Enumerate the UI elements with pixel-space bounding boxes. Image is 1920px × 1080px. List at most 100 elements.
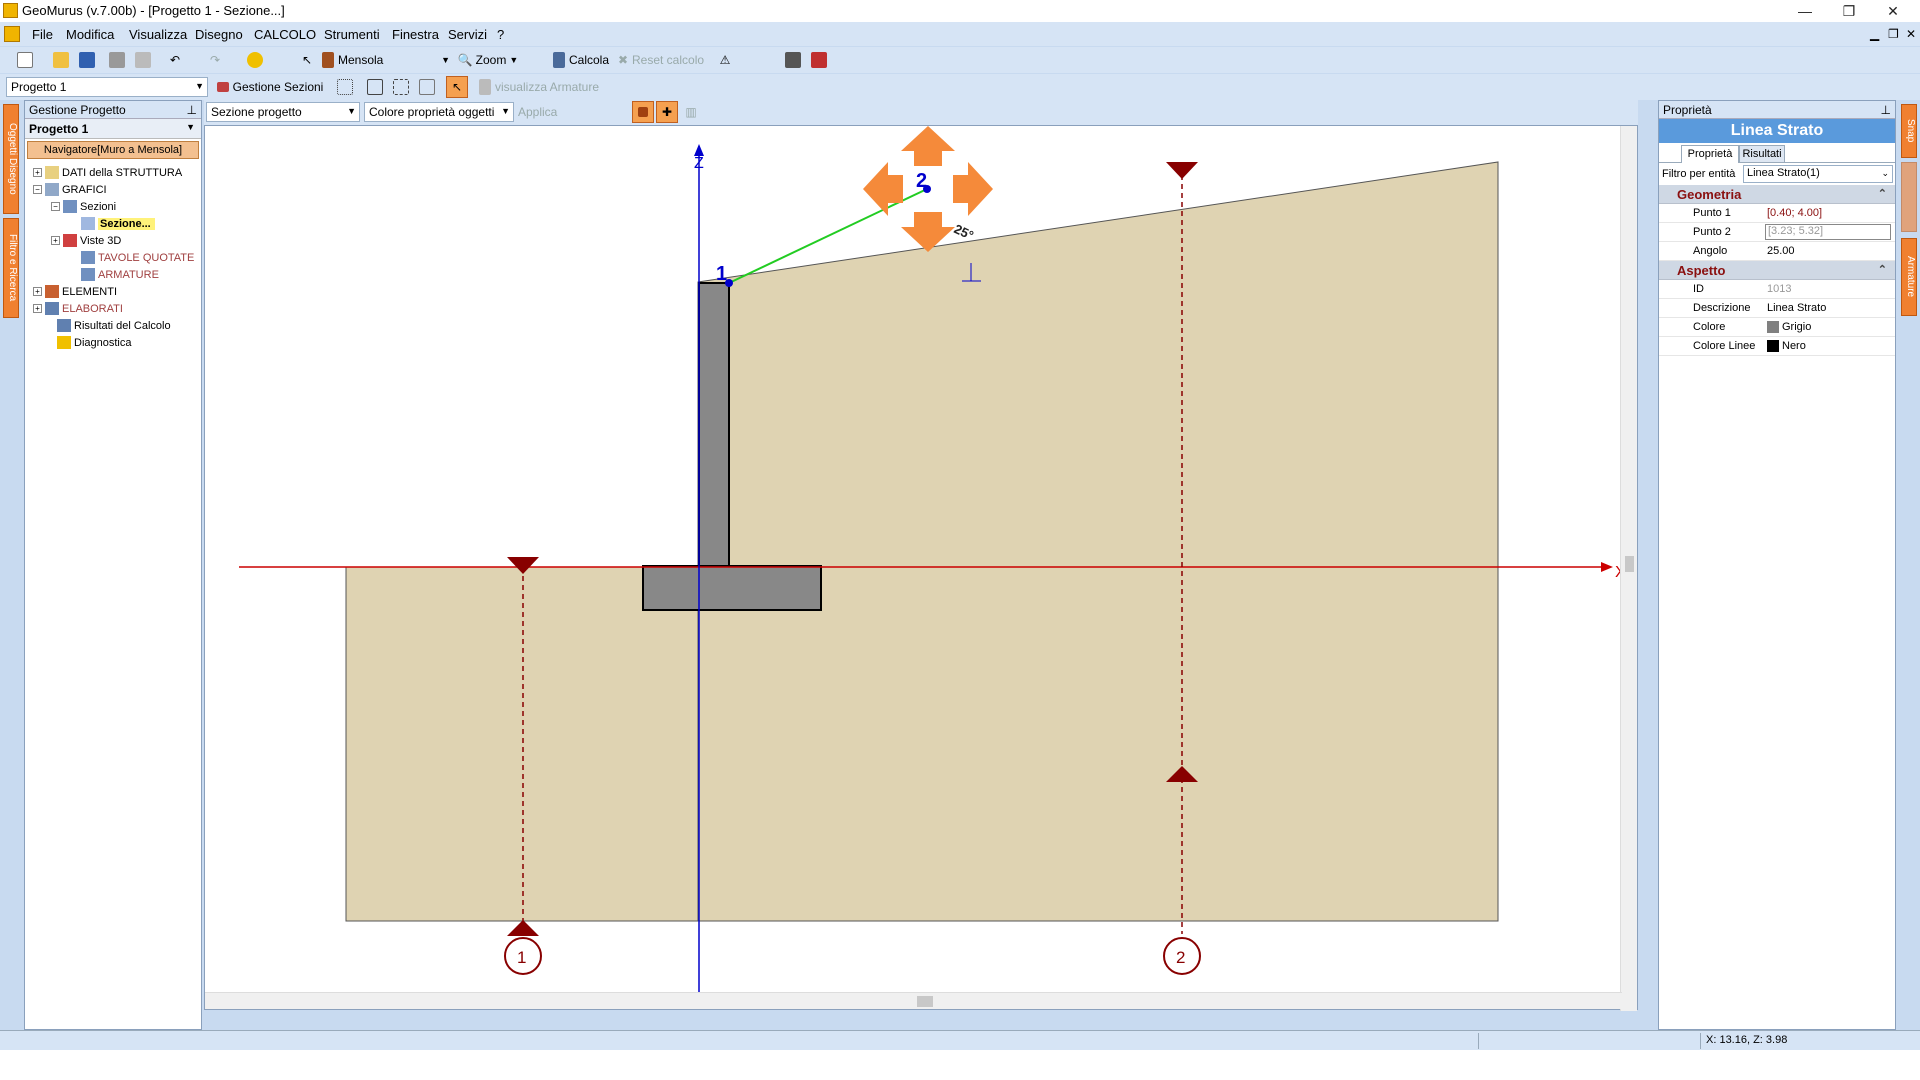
print-preview-icon[interactable] xyxy=(132,49,154,71)
property-row[interactable]: Descrizione Linea Strato xyxy=(1659,299,1895,318)
property-value[interactable]: 1013 xyxy=(1767,283,1791,295)
property-row[interactable]: Colore Linee Nero xyxy=(1659,337,1895,356)
entity-filter-select[interactable]: Linea Strato(1) ⌄ xyxy=(1743,165,1893,183)
filter-tab[interactable]: Filtro e Ricerca xyxy=(3,218,19,318)
print-icon[interactable] xyxy=(106,49,128,71)
report-icon[interactable] xyxy=(808,49,830,71)
wall-type-dropdown[interactable]: Mensola ▼ xyxy=(322,49,450,71)
tree-item[interactable]: + DATI della STRUTTURA xyxy=(33,165,182,180)
apply-button[interactable]: Applica xyxy=(518,101,628,123)
tree-item[interactable]: + Viste 3D xyxy=(51,233,121,248)
snap-tab[interactable]: Snap xyxy=(1901,104,1917,158)
tree-item[interactable]: TAVOLE QUOTATE xyxy=(69,250,194,265)
tree-item[interactable]: Risultati del Calcolo xyxy=(45,318,171,333)
horizontal-scrollbar[interactable] xyxy=(205,992,1622,1009)
wall-stem[interactable] xyxy=(698,282,730,569)
property-row[interactable]: Angolo 25.00 xyxy=(1659,242,1895,261)
wall-footing[interactable] xyxy=(642,565,822,611)
expand-icon[interactable]: + xyxy=(33,287,42,296)
grid-icon[interactable] xyxy=(334,76,356,98)
tree-item[interactable]: Sezione... xyxy=(69,216,155,231)
property-value[interactable]: Nero xyxy=(1767,340,1806,353)
expand-icon[interactable]: + xyxy=(33,304,42,313)
undo-icon[interactable]: ↶ xyxy=(164,49,186,71)
tree-item[interactable]: ARMATURE xyxy=(69,267,159,282)
property-value[interactable]: [3.23; 5.32] xyxy=(1765,224,1891,240)
maximize-button[interactable]: ❐ xyxy=(1826,0,1872,22)
save-icon[interactable] xyxy=(76,49,98,71)
drawing-svg[interactable]: X Z 1 2 1 2 25° xyxy=(205,126,1639,1011)
draw-mode-icon[interactable] xyxy=(632,101,654,123)
redo-icon[interactable]: ↷ xyxy=(204,49,226,71)
mdi-close-button[interactable]: ✕ xyxy=(1906,27,1916,41)
armature-tab[interactable]: Armature xyxy=(1901,238,1917,316)
tab-proprieta[interactable]: Proprietà xyxy=(1681,145,1739,163)
project-name-row[interactable]: Progetto 1 ▼ xyxy=(25,119,201,139)
collapse-icon[interactable]: − xyxy=(33,185,42,194)
property-row[interactable]: Colore Grigio xyxy=(1659,318,1895,337)
tree-item[interactable]: + ELEMENTI xyxy=(33,284,117,299)
menu-disegno[interactable]: Disegno xyxy=(195,27,243,42)
zoom-extents-icon[interactable] xyxy=(390,76,412,98)
tree-item[interactable]: + ELABORATI xyxy=(33,301,123,316)
menu-servizi[interactable]: Servizi xyxy=(448,27,487,42)
expand-icon[interactable]: + xyxy=(51,236,60,245)
warning-icon[interactable]: ⚠ xyxy=(714,49,736,71)
property-group-header[interactable]: Aspetto ⌃ xyxy=(1659,261,1895,280)
color-mode-select[interactable]: Colore proprietà oggetti ▼ xyxy=(364,102,514,122)
property-row[interactable]: ID 1013 xyxy=(1659,280,1895,299)
menu-file[interactable]: File xyxy=(32,27,53,42)
new-file-icon[interactable] xyxy=(14,49,36,71)
project-select[interactable]: Progetto 1 ▼ xyxy=(6,77,208,97)
open-folder-icon[interactable] xyxy=(50,49,72,71)
vertical-scroll-thumb[interactable] xyxy=(1625,556,1634,572)
property-value[interactable]: Linea Strato xyxy=(1767,302,1826,314)
zoom-window-icon[interactable] xyxy=(364,76,386,98)
chart-mode-icon[interactable]: ▥ xyxy=(680,101,702,123)
menu-visualizza[interactable]: Visualizza xyxy=(129,27,187,42)
results-tab[interactable] xyxy=(1901,162,1917,232)
show-rebar-button[interactable]: visualizza Armature xyxy=(474,76,604,98)
tree-item[interactable]: Diagnostica xyxy=(45,335,131,350)
expand-icon[interactable]: + xyxy=(33,168,42,177)
menu-strumenti[interactable]: Strumenti xyxy=(324,27,380,42)
pin-icon[interactable]: ⊥ xyxy=(1881,103,1891,117)
horizontal-scroll-thumb[interactable] xyxy=(917,996,933,1007)
mdi-restore-button[interactable]: ❐ xyxy=(1888,27,1899,41)
help-icon[interactable] xyxy=(244,49,266,71)
edit-mode-icon[interactable]: ✚ xyxy=(656,101,678,123)
collapse-icon[interactable]: ⌃ xyxy=(1878,187,1887,200)
property-group-header[interactable]: Geometria ⌃ xyxy=(1659,185,1895,204)
menu-calcolo[interactable]: CALCOLO xyxy=(254,27,316,42)
property-row[interactable]: Punto 1 [0.40; 4.00] xyxy=(1659,204,1895,223)
export-icon[interactable] xyxy=(782,49,804,71)
pin-icon[interactable]: ⊥ xyxy=(187,103,197,117)
menu-finestra[interactable]: Finestra xyxy=(392,27,439,42)
vertical-scrollbar[interactable] xyxy=(1620,126,1637,1011)
select-pointer-icon[interactable]: ↖ xyxy=(296,49,318,71)
snap-toggle-icon[interactable]: ↖ xyxy=(446,76,468,98)
reset-calc-button[interactable]: ✖ Reset calcolo xyxy=(616,49,706,71)
tree-item[interactable]: − GRAFICI xyxy=(33,182,107,197)
mdi-minimize-button[interactable]: ▁ xyxy=(1870,27,1879,41)
property-row[interactable]: Punto 2 [3.23; 5.32] xyxy=(1659,223,1895,242)
section-mode-select[interactable]: Sezione progetto ▼ xyxy=(206,102,360,122)
tree-item[interactable]: − Sezioni xyxy=(51,199,116,214)
property-value[interactable]: [0.40; 4.00] xyxy=(1767,207,1822,219)
collapse-icon[interactable]: − xyxy=(51,202,60,211)
menu-modifica[interactable]: Modifica xyxy=(66,27,114,42)
drawing-canvas[interactable]: X Z 1 2 1 2 25° xyxy=(204,125,1639,1011)
calc-button[interactable]: Calcola xyxy=(548,49,614,71)
zoom-button[interactable]: 🔍 Zoom ▼ xyxy=(456,49,520,71)
close-button[interactable]: ✕ xyxy=(1870,0,1916,22)
manage-sections-button[interactable]: Gestione Sezioni xyxy=(214,76,326,98)
navigator-bar[interactable]: Navigatore[Muro a Mensola] xyxy=(27,141,199,159)
tab-risultati[interactable]: Risultati xyxy=(1739,145,1785,163)
zoom-fit-icon[interactable] xyxy=(416,76,438,98)
minimize-button[interactable]: — xyxy=(1782,0,1828,22)
collapse-icon[interactable]: ⌃ xyxy=(1878,263,1887,276)
menu-help[interactable]: ? xyxy=(497,27,504,42)
property-value[interactable]: 25.00 xyxy=(1767,245,1795,257)
property-value[interactable]: Grigio xyxy=(1767,321,1811,334)
objects-tab[interactable]: Oggetti Disegno xyxy=(3,104,19,214)
